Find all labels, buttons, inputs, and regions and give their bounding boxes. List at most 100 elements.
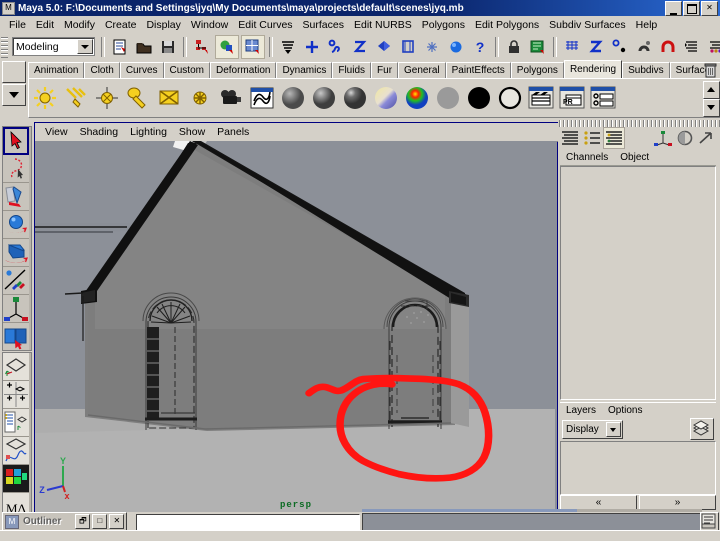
lambert-material-icon[interactable] xyxy=(278,82,307,114)
shelf-tab-rendering[interactable]: Rendering xyxy=(563,60,623,78)
viewport-canvas[interactable]: Y Z x persp xyxy=(35,141,557,512)
right-panel-grip[interactable] xyxy=(558,120,720,127)
ipr-render-icon[interactable]: PR xyxy=(557,82,586,114)
input-connections-icon[interactable] xyxy=(681,36,703,58)
curve-icon[interactable] xyxy=(585,36,607,58)
chevron-down-icon[interactable] xyxy=(77,39,93,54)
command-input[interactable] xyxy=(136,514,360,531)
channel-box-menu-object[interactable]: Object xyxy=(614,152,655,163)
ambient-light-icon[interactable] xyxy=(30,82,59,114)
magnet-icon[interactable] xyxy=(633,36,655,58)
snap-to-curve-plus-icon[interactable] xyxy=(301,36,323,58)
new-layer-icon[interactable] xyxy=(690,418,714,440)
hypershade-icon[interactable] xyxy=(247,82,276,114)
render-globals-icon[interactable] xyxy=(527,36,549,58)
scale-tool[interactable] xyxy=(3,267,29,295)
menu-item-create[interactable]: Create xyxy=(100,18,142,32)
menu-item-help[interactable]: Help xyxy=(631,18,663,32)
viewport-menu-panels[interactable]: Panels xyxy=(211,125,255,139)
menu-item-surfaces[interactable]: Surfaces xyxy=(298,18,349,32)
lasso-select-tool[interactable] xyxy=(3,155,29,183)
paint-icon[interactable] xyxy=(675,128,695,148)
persp-graph-layout-icon[interactable] xyxy=(3,437,29,465)
statusline-grip[interactable] xyxy=(1,35,8,58)
menu-item-file[interactable]: File xyxy=(4,18,31,32)
menu-item-modify[interactable]: Modify xyxy=(59,18,100,32)
scroll-up-icon[interactable] xyxy=(703,81,720,99)
shelf-tab-custom[interactable]: Custom xyxy=(163,62,210,78)
point-light-icon[interactable] xyxy=(92,82,121,114)
snap-to-point-icon[interactable] xyxy=(325,36,347,58)
trash-icon[interactable] xyxy=(704,62,718,78)
save-scene-icon[interactable] xyxy=(157,36,179,58)
snap-to-plane-icon[interactable] xyxy=(373,36,395,58)
paint-select-tool[interactable] xyxy=(3,183,29,211)
menu-item-edit-nurbs[interactable]: Edit NURBS xyxy=(349,18,417,32)
shelf-tab-fluids[interactable]: Fluids xyxy=(332,62,372,78)
anisotropic-material-icon[interactable] xyxy=(371,82,400,114)
outliner-restore-button[interactable]: 🗗 xyxy=(75,514,91,529)
snap-to-grid-list-icon[interactable] xyxy=(277,36,299,58)
volume-light-icon[interactable] xyxy=(185,82,214,114)
show-manipulator-tool[interactable] xyxy=(3,323,29,350)
minimize-button[interactable] xyxy=(665,0,682,16)
shelf-tab-painteffects[interactable]: PaintEffects xyxy=(445,62,511,78)
open-scene-icon[interactable] xyxy=(133,36,155,58)
hypershade-persp-layout-icon[interactable] xyxy=(3,465,29,493)
menu-set-dropdown[interactable]: Modeling xyxy=(12,37,95,56)
shelf-tab-dynamics[interactable]: Dynamics xyxy=(276,62,333,78)
script-editor-icon[interactable] xyxy=(700,512,719,532)
restore-button[interactable] xyxy=(683,0,700,16)
outliner-persp-layout-icon[interactable] xyxy=(3,409,29,437)
magnet-red-icon[interactable] xyxy=(657,36,679,58)
channel-and-layer-icon[interactable] xyxy=(603,127,626,149)
menu-item-edit-polygons[interactable]: Edit Polygons xyxy=(470,18,544,32)
ramp-shader-icon[interactable] xyxy=(402,82,431,114)
universal-manipulator-tool[interactable] xyxy=(3,295,29,323)
viewport-menu-show[interactable]: Show xyxy=(173,125,211,139)
select-by-hierarchy-icon[interactable] xyxy=(191,36,213,58)
layer-next-button[interactable]: » xyxy=(639,495,716,510)
channel-box-list[interactable] xyxy=(560,166,716,400)
output-connections-icon[interactable] xyxy=(705,36,720,58)
shelf-tab-polygons[interactable]: Polygons xyxy=(510,62,564,78)
viewport-menu-shading[interactable]: Shading xyxy=(74,125,125,139)
snap-to-sphere-icon[interactable] xyxy=(445,36,467,58)
shelf-options-button[interactable] xyxy=(2,84,26,106)
viewport-menu-lighting[interactable]: Lighting xyxy=(124,125,173,139)
snap-to-curve-icon[interactable] xyxy=(349,36,371,58)
directional-light-icon[interactable] xyxy=(61,82,90,114)
select-by-object-type-icon[interactable] xyxy=(215,34,239,59)
grid-icon[interactable] xyxy=(561,36,583,58)
channel-box-menu-channels[interactable]: Channels xyxy=(560,152,614,163)
layer-menu-options[interactable]: Options xyxy=(602,405,648,416)
shading-map-icon[interactable] xyxy=(495,82,524,114)
viewport-menu-view[interactable]: View xyxy=(39,125,74,139)
manipulator-icon[interactable] xyxy=(653,128,673,148)
phong-material-icon[interactable] xyxy=(340,82,369,114)
shelf-tab-cloth[interactable]: Cloth xyxy=(84,62,120,78)
layer-editor-icon[interactable] xyxy=(582,128,602,148)
outliner-close-button[interactable]: ✕ xyxy=(109,514,125,529)
channel-box-icon[interactable] xyxy=(560,128,580,148)
menu-item-polygons[interactable]: Polygons xyxy=(417,18,470,32)
close-button[interactable]: ✕ xyxy=(701,0,718,16)
layer-menu-layers[interactable]: Layers xyxy=(560,405,602,416)
camera-icon[interactable] xyxy=(216,82,245,114)
outliner-taskbar-item[interactable]: M Outliner 🗗 □ ✕ xyxy=(2,512,128,531)
shelf-tab-animation[interactable]: Animation xyxy=(28,62,85,78)
point-icon[interactable] xyxy=(609,36,631,58)
select-tool[interactable] xyxy=(3,127,29,155)
shelf-tab-fur[interactable]: Fur xyxy=(371,62,399,78)
shelf-tab-menu-button[interactable] xyxy=(2,61,26,83)
four-view-layout-icon[interactable] xyxy=(3,381,29,409)
shelf-tab-general[interactable]: General xyxy=(398,62,446,78)
blinn-material-icon[interactable] xyxy=(309,82,338,114)
surface-shader-icon[interactable] xyxy=(433,82,462,114)
chevron-down-icon[interactable] xyxy=(606,421,621,437)
batch-render-icon[interactable] xyxy=(588,82,617,114)
menu-item-window[interactable]: Window xyxy=(186,18,233,32)
use-background-icon[interactable] xyxy=(464,82,493,114)
scroll-down-icon[interactable] xyxy=(703,99,720,117)
render-current-frame-icon[interactable] xyxy=(526,82,555,114)
